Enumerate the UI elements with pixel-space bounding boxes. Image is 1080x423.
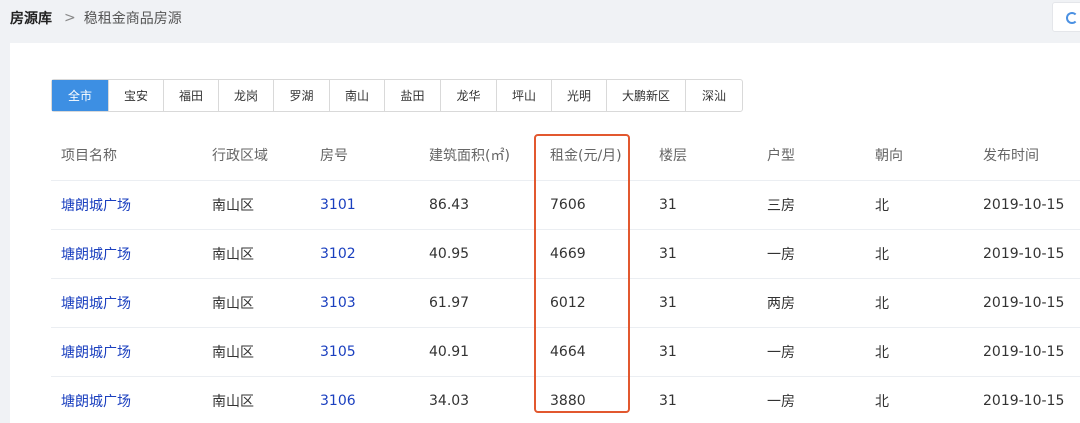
district-cell: 南山区 <box>202 180 310 230</box>
rent-cell: 4669 <box>540 229 649 279</box>
publish-date-cell: 2019-10-15 <box>973 229 1080 279</box>
tab-shenshan[interactable]: 深汕 <box>686 80 742 111</box>
header-orientation: 朝向 <box>865 131 973 181</box>
tab-nanshan[interactable]: 南山 <box>330 80 385 111</box>
header-floor-area: 建筑面积(㎡) <box>419 131 540 181</box>
orientation-cell: 北 <box>865 327 973 377</box>
header-district: 行政区域 <box>202 131 310 181</box>
publish-date-cell: 2019-10-15 <box>973 180 1080 230</box>
floor-area-cell: 40.95 <box>419 229 540 279</box>
table-row: 塘朗城广场 南山区 3101 86.43 7606 31 三房 北 2019-1… <box>51 180 1080 230</box>
chevron-right-icon: > <box>64 10 76 26</box>
main-panel: 全市 宝安 福田 龙岗 罗湖 南山 盐田 龙华 坪山 光明 大鹏新区 深汕 项目… <box>10 43 1080 423</box>
loading-spinner-icon <box>1052 2 1080 32</box>
district-cell: 南山区 <box>202 327 310 377</box>
tab-longgang[interactable]: 龙岗 <box>219 80 274 111</box>
table-header-row: 项目名称 行政区域 房号 建筑面积(㎡) 租金(元/月) 楼层 户型 朝向 发布… <box>51 131 1080 181</box>
orientation-cell: 北 <box>865 376 973 423</box>
room-number-link[interactable]: 3106 <box>310 376 419 423</box>
floor-cell: 31 <box>649 327 757 377</box>
header-floor: 楼层 <box>649 131 757 181</box>
district-tabs: 全市 宝安 福田 龙岗 罗湖 南山 盐田 龙华 坪山 光明 大鹏新区 深汕 <box>51 79 743 112</box>
tab-all-city[interactable]: 全市 <box>52 80 109 111</box>
tab-guangming[interactable]: 光明 <box>552 80 607 111</box>
project-name-link[interactable]: 塘朗城广场 <box>51 327 202 377</box>
header-layout: 户型 <box>757 131 865 181</box>
room-number-link[interactable]: 3101 <box>310 180 419 230</box>
table-row: 塘朗城广场 南山区 3102 40.95 4669 31 一房 北 2019-1… <box>51 229 1080 279</box>
floor-area-cell: 86.43 <box>419 180 540 230</box>
floor-area-cell: 61.97 <box>419 278 540 328</box>
tab-baoan[interactable]: 宝安 <box>109 80 164 111</box>
publish-date-cell: 2019-10-15 <box>973 376 1080 423</box>
floor-area-cell: 40.91 <box>419 327 540 377</box>
floor-cell: 31 <box>649 376 757 423</box>
district-cell: 南山区 <box>202 278 310 328</box>
tab-futian[interactable]: 福田 <box>164 80 219 111</box>
tab-luohu[interactable]: 罗湖 <box>274 80 330 111</box>
district-cell: 南山区 <box>202 229 310 279</box>
room-number-link[interactable]: 3105 <box>310 327 419 377</box>
floor-area-cell: 34.03 <box>419 376 540 423</box>
tab-yantian[interactable]: 盐田 <box>385 80 441 111</box>
tab-pingshan[interactable]: 坪山 <box>497 80 552 111</box>
room-number-link[interactable]: 3102 <box>310 229 419 279</box>
loading-ring <box>1066 12 1078 24</box>
rent-cell: 4664 <box>540 327 649 377</box>
layout-cell: 一房 <box>757 229 865 279</box>
header-rent: 租金(元/月) <box>540 131 649 181</box>
project-name-link[interactable]: 塘朗城广场 <box>51 376 202 423</box>
orientation-cell: 北 <box>865 278 973 328</box>
project-name-link[interactable]: 塘朗城广场 <box>51 180 202 230</box>
breadcrumb-root[interactable]: 房源库 <box>10 8 52 28</box>
orientation-cell: 北 <box>865 229 973 279</box>
breadcrumb: 房源库 > 稳租金商品房源 <box>10 8 182 28</box>
publish-date-cell: 2019-10-15 <box>973 278 1080 328</box>
publish-date-cell: 2019-10-15 <box>973 327 1080 377</box>
floor-cell: 31 <box>649 229 757 279</box>
layout-cell: 一房 <box>757 327 865 377</box>
orientation-cell: 北 <box>865 180 973 230</box>
floor-cell: 31 <box>649 180 757 230</box>
header-project-name: 项目名称 <box>51 131 202 181</box>
header-room-number: 房号 <box>310 131 419 181</box>
layout-cell: 三房 <box>757 180 865 230</box>
room-number-link[interactable]: 3103 <box>310 278 419 328</box>
breadcrumb-current: 稳租金商品房源 <box>83 11 182 27</box>
rent-cell: 7606 <box>540 180 649 230</box>
table-row: 塘朗城广场 南山区 3106 34.03 3880 31 一房 北 2019-1… <box>51 376 1080 423</box>
table-row: 塘朗城广场 南山区 3105 40.91 4664 31 一房 北 2019-1… <box>51 327 1080 377</box>
project-name-link[interactable]: 塘朗城广场 <box>51 278 202 328</box>
listing-table: 项目名称 行政区域 房号 建筑面积(㎡) 租金(元/月) 楼层 户型 朝向 发布… <box>51 131 1080 423</box>
header-publish-date: 发布时间 <box>973 131 1080 181</box>
project-name-link[interactable]: 塘朗城广场 <box>51 229 202 279</box>
floor-cell: 31 <box>649 278 757 328</box>
layout-cell: 两房 <box>757 278 865 328</box>
district-cell: 南山区 <box>202 376 310 423</box>
tab-longhua[interactable]: 龙华 <box>441 80 497 111</box>
tab-dapeng[interactable]: 大鹏新区 <box>607 80 686 111</box>
layout-cell: 一房 <box>757 376 865 423</box>
rent-cell: 3880 <box>540 376 649 423</box>
table-row: 塘朗城广场 南山区 3103 61.97 6012 31 两房 北 2019-1… <box>51 278 1080 328</box>
rent-cell: 6012 <box>540 278 649 328</box>
